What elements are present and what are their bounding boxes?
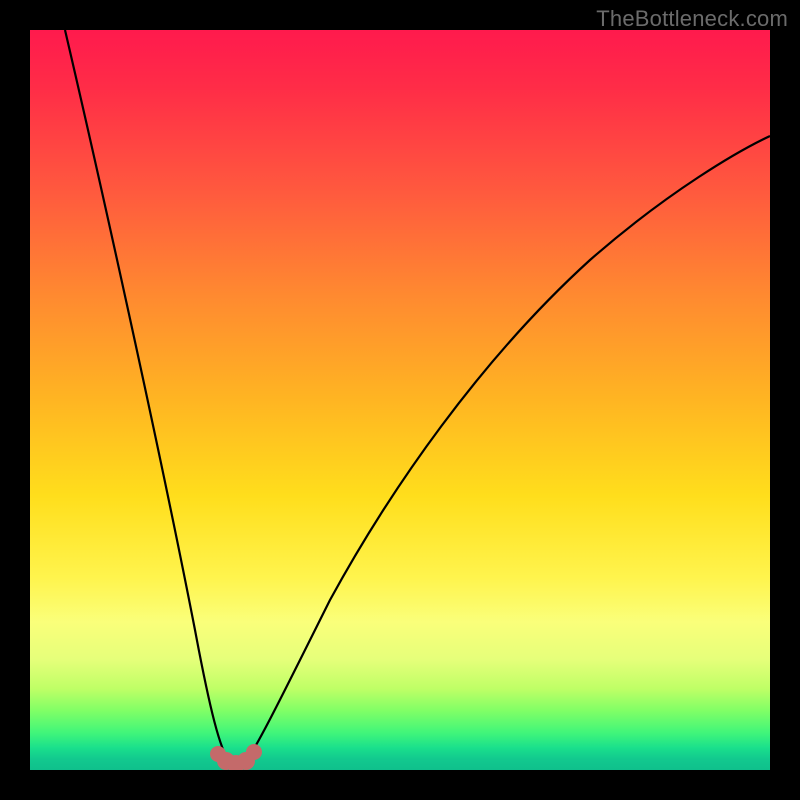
curve-right-branch bbox=[245, 136, 770, 763]
valley-dot-cluster bbox=[210, 744, 262, 770]
watermark-text: TheBottleneck.com bbox=[596, 6, 788, 32]
curve-left-branch bbox=[65, 30, 230, 763]
valley-dot bbox=[246, 744, 262, 760]
chart-frame bbox=[30, 30, 770, 770]
bottleneck-curve-plot bbox=[30, 30, 770, 770]
